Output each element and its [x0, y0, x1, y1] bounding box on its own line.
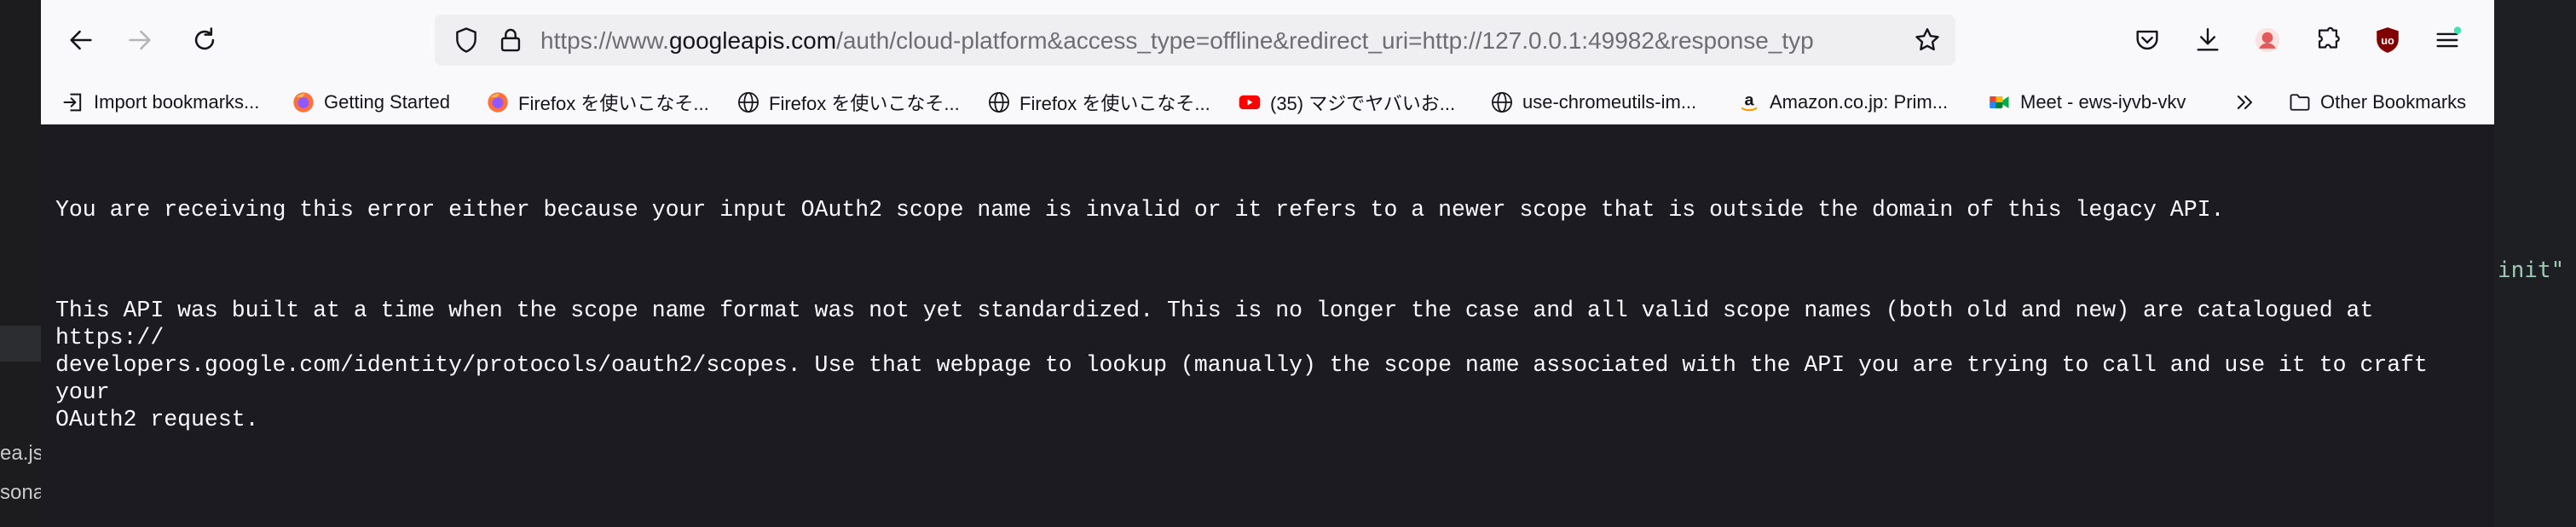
bookmark-label: (35) マジでヤバいお... [1270, 93, 1456, 114]
bookmark-amazon[interactable]: a Amazon.co.jp: Prim... [1737, 81, 1948, 124]
bookmarks-overflow-button[interactable] [2233, 81, 2257, 124]
bookmarks-toolbar: Import bookmarks... Getting Started Fire… [41, 81, 2494, 125]
meet-icon [1990, 96, 2009, 108]
reload-icon [194, 27, 215, 50]
error-paragraph-1: You are receiving this error either beca… [55, 197, 2225, 223]
background-editor-right: init" [2494, 0, 2576, 527]
ublock-origin-button[interactable]: uo [2368, 20, 2407, 60]
url-scheme: https://www. [540, 27, 669, 54]
url-path: /auth/cloud-platform&access_type=offline… [836, 27, 1814, 54]
download-icon [2197, 28, 2219, 51]
bookmark-label: Getting Started [324, 91, 450, 113]
bookmark-getting-started[interactable]: Getting Started [292, 81, 450, 124]
browser-window: https://www.googleapis.com/auth/cloud-pl… [41, 0, 2494, 527]
forward-button[interactable] [120, 20, 159, 60]
bookmark-firefox-1[interactable]: Firefox を使いこなそ... [486, 81, 709, 124]
bookmark-firefox-3[interactable]: Firefox を使いこなそ... [987, 81, 1210, 124]
bookmark-label: Firefox を使いこなそ... [518, 93, 709, 114]
bookmark-star-icon[interactable] [1913, 26, 1942, 55]
background-snippet: sona [0, 481, 41, 504]
amazon-icon: a [1741, 91, 1758, 112]
account-button[interactable] [2248, 20, 2287, 60]
reload-button[interactable] [185, 20, 224, 60]
app-menu-button[interactable] [2428, 20, 2467, 60]
forward-arrow-icon [129, 30, 151, 50]
lock-icon[interactable] [496, 26, 525, 55]
bookmark-label: use-chromeutils-im... [1522, 91, 1697, 113]
page-content: You are receiving this error either beca… [41, 125, 2494, 527]
svg-text:uo: uo [2381, 34, 2394, 47]
youtube-icon [1239, 95, 1261, 110]
bookmark-label: Firefox を使いこなそ... [1019, 93, 1210, 114]
globe-icon [738, 92, 759, 113]
back-arrow-icon [70, 30, 92, 50]
folder-icon [2290, 94, 2310, 111]
navigation-toolbar: https://www.googleapis.com/auth/cloud-pl… [41, 0, 2494, 81]
firefox-icon [488, 92, 508, 113]
error-message: You are receiving this error either beca… [55, 142, 2476, 507]
bookmark-chromeutils[interactable]: use-chromeutils-im... [1490, 81, 1696, 124]
import-icon [63, 93, 82, 112]
globe-icon [1492, 92, 1512, 113]
avatar-icon [2255, 27, 2280, 53]
background-code-snippet: init" [2498, 258, 2565, 283]
url-text[interactable]: https://www.googleapis.com/auth/cloud-pl… [540, 27, 1904, 55]
address-bar[interactable]: https://www.googleapis.com/auth/cloud-pl… [435, 14, 1955, 66]
ublock-shield-icon: uo [2377, 27, 2399, 53]
bookmark-other-bookmarks[interactable]: Other Bookmarks [2288, 81, 2466, 124]
url-host: googleapis.com [668, 27, 837, 54]
bookmark-label: Import bookmarks... [94, 91, 260, 113]
pocket-button[interactable] [2128, 20, 2167, 60]
url-fade-overlay [1884, 21, 1909, 59]
globe-icon [989, 92, 1009, 113]
bookmark-firefox-2[interactable]: Firefox を使いこなそ... [736, 81, 960, 124]
background-editor-left: ea.jsc sona [0, 0, 41, 527]
bookmark-youtube[interactable]: (35) マジでヤバいお... [1238, 81, 1455, 124]
hamburger-menu-icon [2436, 26, 2462, 48]
bookmark-label: Meet - ews-iyvb-vkv [2020, 91, 2186, 113]
downloads-button[interactable] [2188, 20, 2227, 60]
firefox-icon [293, 92, 314, 113]
bookmark-label: Other Bookmarks [2320, 91, 2467, 113]
bookmark-label: Amazon.co.jp: Prim... [1770, 91, 1949, 113]
error-paragraph-2: This API was built at a time when the sc… [55, 298, 2428, 432]
back-button[interactable] [61, 20, 101, 60]
bookmark-import[interactable]: Import bookmarks... [61, 81, 259, 124]
bookmark-label: Firefox を使いこなそ... [769, 93, 960, 114]
pocket-icon [2136, 30, 2158, 50]
tracking-protection-shield-icon[interactable] [452, 26, 481, 55]
svg-text:a: a [1744, 91, 1754, 110]
bookmark-meet[interactable]: Meet - ews-iyvb-vkv [1988, 81, 2186, 124]
background-snippet: ea.jsc [0, 442, 41, 465]
extensions-button[interactable] [2308, 20, 2348, 60]
puzzle-icon [2318, 26, 2340, 49]
chevron-double-right-icon [2237, 96, 2252, 109]
background-highlight-strip [0, 326, 41, 362]
